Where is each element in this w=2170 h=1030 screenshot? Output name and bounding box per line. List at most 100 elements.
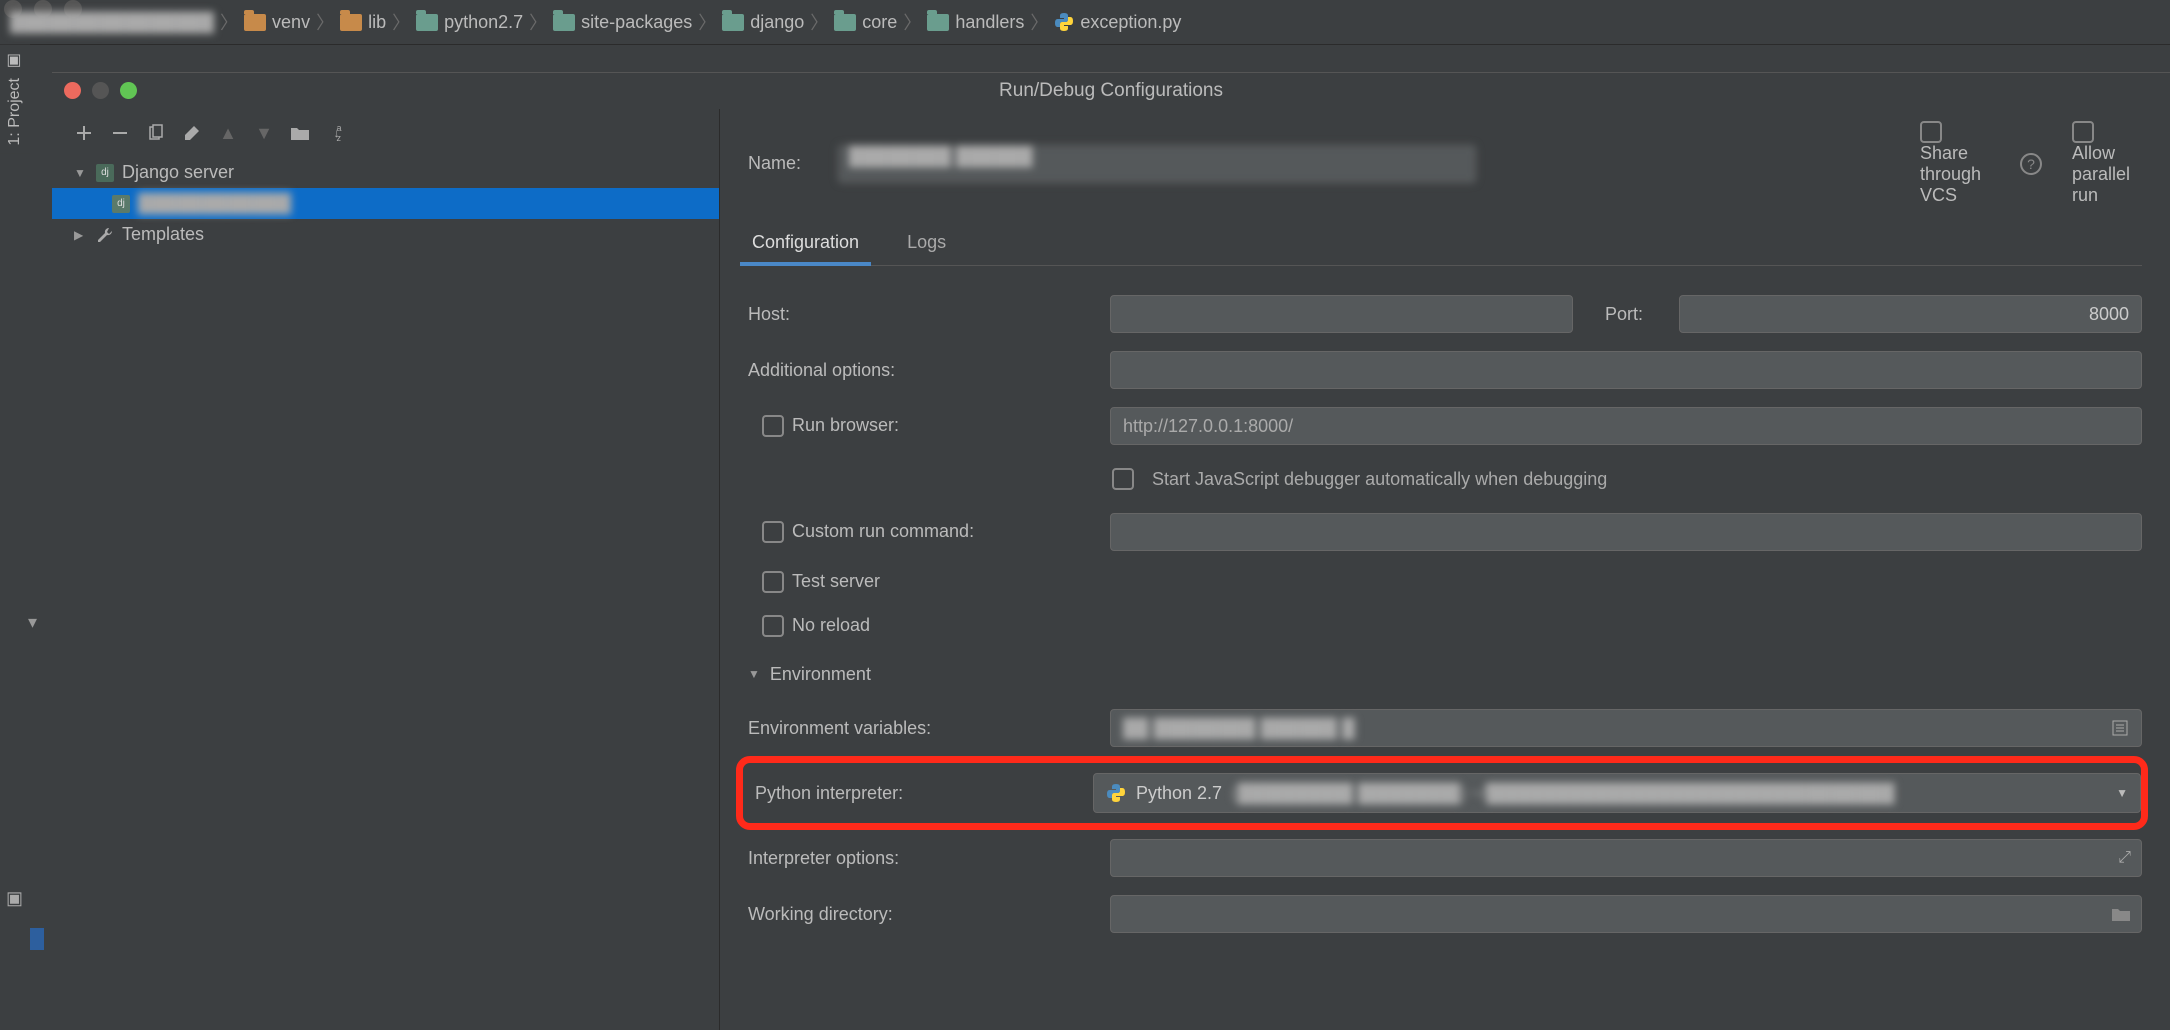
folder-icon bbox=[416, 14, 438, 31]
wrench-icon bbox=[96, 226, 114, 244]
checkbox-icon bbox=[762, 521, 784, 543]
tree-label: Templates bbox=[122, 224, 204, 245]
project-icon: ▣ bbox=[6, 53, 25, 72]
folder-icon bbox=[244, 14, 266, 31]
share-vcs-checkbox[interactable]: Share through VCS bbox=[1920, 121, 1990, 206]
expand-icon[interactable]: ⤢ bbox=[2118, 849, 2131, 867]
folder-icon bbox=[834, 14, 856, 31]
name-label: Name: bbox=[748, 153, 818, 174]
breadcrumb-item[interactable]: core bbox=[834, 12, 897, 33]
minimize-window-icon[interactable] bbox=[92, 82, 109, 99]
no-reload-checkbox[interactable]: No reload bbox=[748, 615, 1096, 637]
tab-configuration[interactable]: Configuration bbox=[748, 222, 863, 265]
chevron-right-icon: ▶ bbox=[74, 228, 88, 242]
breadcrumb-file[interactable]: exception.py bbox=[1054, 12, 1181, 33]
tree-node-templates[interactable]: ▶ Templates bbox=[52, 219, 719, 250]
port-label: Port: bbox=[1605, 304, 1665, 325]
tree-label: Django server bbox=[122, 162, 234, 183]
working-dir-input[interactable] bbox=[1110, 895, 2142, 933]
breadcrumb-item[interactable]: site-packages bbox=[553, 12, 692, 33]
breadcrumb-item[interactable]: venv bbox=[244, 12, 310, 33]
env-vars-label: Environment variables: bbox=[748, 718, 1096, 739]
tree-label: ████████████ bbox=[138, 193, 291, 214]
project-tool-window-tab[interactable]: 1: Project ▣ bbox=[0, 45, 30, 154]
chevron-right-icon: 〉 bbox=[529, 9, 547, 35]
name-input[interactable]: ████████ ██████ bbox=[838, 145, 1476, 183]
gutter-run-icon[interactable]: ▣ bbox=[6, 888, 23, 909]
breadcrumb: ████████████████ 〉 venv 〉 lib 〉 python2.… bbox=[0, 0, 2170, 45]
python-icon bbox=[1106, 783, 1126, 803]
breadcrumb-item[interactable]: handlers bbox=[927, 12, 1024, 33]
python-file-icon bbox=[1054, 12, 1074, 32]
folder-icon bbox=[553, 14, 575, 31]
folder-icon bbox=[927, 14, 949, 31]
tree-node-django-server[interactable]: ▼ dj Django server bbox=[52, 157, 719, 188]
parallel-run-checkbox[interactable]: Allow parallel run bbox=[2072, 121, 2142, 206]
tree-node-django-config[interactable]: dj ████████████ bbox=[52, 188, 719, 219]
run-debug-config-dialog: Run/Debug Configurations ▲ ▼ ↓az ▼ dj Dj… bbox=[52, 72, 2170, 1030]
additional-options-input[interactable] bbox=[1110, 351, 2142, 389]
interpreter-options-input[interactable]: ⤢ bbox=[1110, 839, 2142, 877]
chevron-right-icon: 〉 bbox=[903, 9, 921, 35]
js-debugger-checkbox[interactable]: Start JavaScript debugger automatically … bbox=[1112, 454, 2142, 504]
maximize-window-icon[interactable] bbox=[120, 82, 137, 99]
sort-button[interactable]: ↓az bbox=[326, 123, 346, 143]
breadcrumb-item[interactable]: python2.7 bbox=[416, 12, 523, 33]
checkbox-icon bbox=[762, 571, 784, 593]
config-tree: ▼ dj Django server dj ████████████ ▶ Tem… bbox=[52, 157, 719, 250]
interpreter-options-label: Interpreter options: bbox=[748, 848, 1096, 869]
port-input[interactable]: 8000 bbox=[1679, 295, 2142, 333]
copy-config-button[interactable] bbox=[146, 123, 166, 143]
chevron-right-icon: 〉 bbox=[316, 9, 334, 35]
custom-run-input[interactable] bbox=[1110, 513, 2142, 551]
configurations-tree-panel: ▲ ▼ ↓az ▼ dj Django server dj ██████████… bbox=[52, 109, 720, 1030]
interpreter-dropdown[interactable]: Python 2.7 (█████████ ████████) ~/██████… bbox=[1093, 773, 2141, 813]
chevron-right-icon: 〉 bbox=[1030, 9, 1048, 35]
chevron-right-icon: 〉 bbox=[698, 9, 716, 35]
chevron-right-icon: 〉 bbox=[810, 9, 828, 35]
edit-defaults-button[interactable] bbox=[182, 123, 202, 143]
dialog-title: Run/Debug Configurations bbox=[999, 80, 1223, 102]
move-up-button[interactable]: ▲ bbox=[218, 123, 238, 143]
additional-options-label: Additional options: bbox=[748, 360, 1096, 381]
move-down-button[interactable]: ▼ bbox=[254, 123, 274, 143]
host-label: Host: bbox=[748, 304, 1096, 325]
interpreter-label: Python interpreter: bbox=[751, 783, 1093, 804]
gutter-chevron-icon[interactable]: ▾ bbox=[28, 612, 37, 633]
checkbox-icon bbox=[2072, 121, 2094, 143]
run-browser-input[interactable]: http://127.0.0.1:8000/ bbox=[1110, 407, 2142, 445]
tab-logs[interactable]: Logs bbox=[903, 222, 950, 265]
remove-config-button[interactable] bbox=[110, 123, 130, 143]
chevron-down-icon: ▼ bbox=[74, 166, 88, 180]
django-icon: dj bbox=[112, 195, 130, 213]
list-icon[interactable] bbox=[2111, 719, 2129, 737]
host-input[interactable] bbox=[1110, 295, 1573, 333]
config-tabs: Configuration Logs bbox=[748, 222, 2142, 266]
checkbox-icon bbox=[762, 415, 784, 437]
chevron-down-icon: ▼ bbox=[2116, 786, 2128, 800]
checkbox-icon bbox=[1112, 468, 1134, 490]
folder-button[interactable] bbox=[290, 123, 310, 143]
tree-toolbar: ▲ ▼ ↓az bbox=[52, 117, 719, 157]
env-vars-input[interactable]: ██ ████████ ██████ █ bbox=[1110, 709, 2142, 747]
dialog-titlebar: Run/Debug Configurations bbox=[52, 73, 2170, 109]
chevron-down-icon: ▼ bbox=[748, 667, 760, 681]
custom-run-checkbox[interactable]: Custom run command: bbox=[748, 521, 1096, 543]
checkbox-icon bbox=[1920, 121, 1942, 143]
config-form-panel: Name: ████████ ██████ Share through VCS … bbox=[720, 109, 2170, 1030]
checkbox-icon bbox=[762, 615, 784, 637]
django-icon: dj bbox=[96, 164, 114, 182]
working-dir-label: Working directory: bbox=[748, 904, 1096, 925]
run-browser-checkbox[interactable]: Run browser: bbox=[748, 415, 1096, 437]
chevron-right-icon: 〉 bbox=[392, 9, 410, 35]
environment-section-toggle[interactable]: ▼ Environment bbox=[748, 648, 2142, 700]
breadcrumb-item[interactable]: lib bbox=[340, 12, 386, 33]
folder-icon bbox=[340, 14, 362, 31]
help-icon[interactable]: ? bbox=[2020, 153, 2042, 175]
breadcrumb-root[interactable]: ████████████████ bbox=[10, 12, 214, 33]
close-window-icon[interactable] bbox=[64, 82, 81, 99]
breadcrumb-item[interactable]: django bbox=[722, 12, 804, 33]
add-config-button[interactable] bbox=[74, 123, 94, 143]
folder-open-icon[interactable] bbox=[2111, 906, 2131, 922]
test-server-checkbox[interactable]: Test server bbox=[748, 571, 1096, 593]
